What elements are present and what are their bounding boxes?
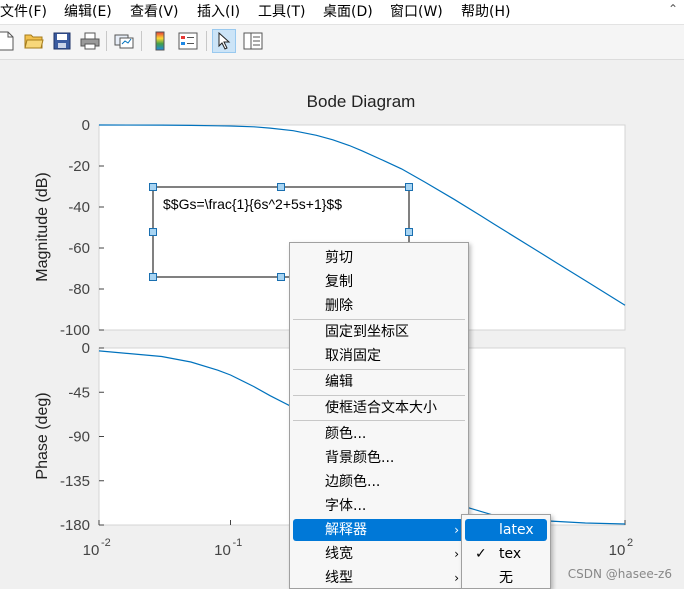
menu-tools[interactable]: 工具(T) (258, 3, 305, 21)
resize-handle[interactable] (277, 273, 285, 281)
toolbar-separator (206, 31, 207, 51)
menu-item-font[interactable]: 字体... (293, 495, 465, 517)
print-icon[interactable] (78, 29, 102, 53)
x-tick-label-exponent: -1 (233, 537, 243, 549)
magnitude-tick-label: -60 (68, 240, 90, 257)
menu-item-line-style[interactable]: 线型 › (293, 567, 465, 589)
menu-file[interactable]: 文件(F) (0, 3, 47, 21)
insert-legend-icon[interactable] (176, 29, 200, 53)
menu-window[interactable]: 窗口(W) (390, 3, 443, 21)
submenu-item-tex[interactable]: ✓ tex (465, 543, 547, 565)
link-plot-icon[interactable] (112, 29, 136, 53)
submenu-item-latex[interactable]: latex (465, 519, 547, 541)
menu-edit[interactable]: 编辑(E) (64, 3, 112, 21)
context-menu: 剪切 复制 删除 固定到坐标区 取消固定 编辑 使框适合文本大小 颜色... 背… (289, 242, 469, 589)
menu-item-cut[interactable]: 剪切 (293, 247, 465, 269)
menu-bar: 文件(F) 编辑(E) 查看(V) 插入(I) 工具(T) 桌面(D) 窗口(W… (0, 0, 684, 25)
phase-axis-label: Phase (deg) (34, 392, 51, 479)
menu-view[interactable]: 查看(V) (130, 3, 179, 21)
phase-tick-label: -45 (68, 384, 90, 401)
menu-item-edge-color[interactable]: 边颜色... (293, 471, 465, 493)
menu-desktop[interactable]: 桌面(D) (323, 3, 373, 21)
interpreter-submenu: latex ✓ tex 无 (461, 514, 551, 589)
save-icon[interactable] (50, 29, 74, 53)
annotation-text[interactable]: $$Gs=\frac{1}{6s^2+5s+1}$$ (163, 196, 342, 212)
menu-item-fit-box-to-text[interactable]: 使框适合文本大小 (293, 397, 465, 419)
menu-item-line-width[interactable]: 线宽 › (293, 543, 465, 565)
menu-item-pin-to-axes[interactable]: 固定到坐标区 (293, 321, 465, 343)
x-tick-label-base: 10 (83, 542, 100, 559)
menu-insert[interactable]: 插入(I) (197, 3, 240, 21)
toolbar-separator (106, 31, 107, 51)
edit-plot-arrow-icon[interactable] (212, 29, 236, 53)
menu-item-color[interactable]: 颜色... (293, 423, 465, 445)
menu-item-line-style-label: 线型 (325, 570, 353, 586)
phase-tick-label: -135 (60, 473, 90, 490)
phase-tick-label: 0 (82, 340, 90, 357)
chart-title: Bode Diagram (307, 92, 416, 111)
checkmark-icon: ✓ (475, 546, 487, 562)
submenu-item-tex-label: tex (499, 546, 522, 562)
x-tick-label-base: 10 (609, 542, 626, 559)
chevron-right-icon: › (454, 571, 459, 585)
resize-handle[interactable] (149, 183, 157, 191)
x-tick-label-exponent: 2 (627, 537, 633, 549)
chevron-right-icon: › (454, 547, 459, 561)
property-inspector-icon[interactable] (241, 29, 265, 53)
magnitude-tick-label: -80 (68, 281, 90, 298)
new-file-icon[interactable] (0, 29, 18, 53)
x-tick-label-exponent: -2 (101, 537, 111, 549)
x-tick-label-base: 10 (214, 542, 231, 559)
magnitude-tick-label: -20 (68, 158, 90, 175)
menu-separator (293, 420, 465, 421)
resize-handle[interactable] (149, 273, 157, 281)
phase-tick-label: -180 (60, 517, 90, 534)
menu-item-background-color[interactable]: 背景颜色... (293, 447, 465, 469)
toolbar-separator (141, 31, 142, 51)
menu-separator (293, 395, 465, 396)
toolbar (0, 25, 684, 60)
menu-separator (293, 369, 465, 370)
watermark: CSDN @hasee-z6 (567, 567, 672, 581)
menu-item-unpin[interactable]: 取消固定 (293, 345, 465, 367)
resize-handle[interactable] (405, 228, 413, 236)
open-folder-icon[interactable] (22, 29, 46, 53)
menu-item-interpreter[interactable]: 解释器 › (293, 519, 465, 541)
insert-colorbar-icon[interactable] (148, 29, 172, 53)
menu-item-edit[interactable]: 编辑 (293, 371, 465, 393)
magnitude-tick-label: -40 (68, 199, 90, 216)
magnitude-axis-label: Magnitude (dB) (34, 172, 51, 281)
resize-handle[interactable] (277, 183, 285, 191)
magnitude-tick-label: -100 (60, 322, 90, 339)
menu-item-line-width-label: 线宽 (325, 546, 353, 562)
menu-separator (293, 319, 465, 320)
menu-item-copy[interactable]: 复制 (293, 271, 465, 293)
menu-item-interpreter-label: 解释器 (325, 522, 367, 538)
submenu-item-none[interactable]: 无 (465, 567, 547, 589)
phase-tick-label: -90 (68, 429, 90, 446)
chevron-right-icon: › (454, 523, 459, 537)
chevron-up-icon[interactable]: ⌃ (666, 2, 680, 16)
menu-help[interactable]: 帮助(H) (461, 3, 510, 21)
resize-handle[interactable] (149, 228, 157, 236)
menu-item-delete[interactable]: 删除 (293, 295, 465, 317)
resize-handle[interactable] (405, 183, 413, 191)
magnitude-tick-label: 0 (82, 117, 90, 134)
